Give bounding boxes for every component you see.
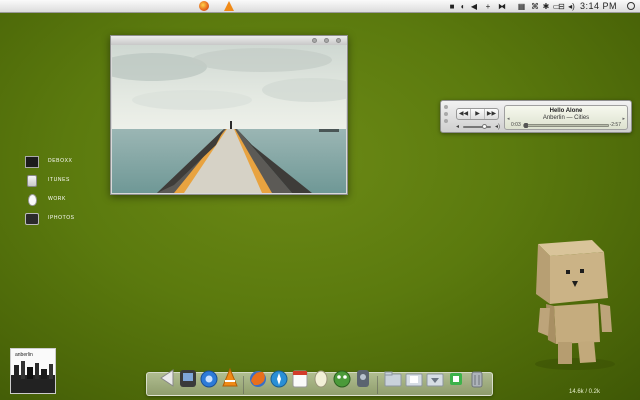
- status-item-1[interactable]: ◐: [459, 2, 467, 11]
- menu-bar: ■ ◐ ◀ + ⧓ ▦ ⌘ ✱ ▭ ⊟ ◂) 3:14 PM: [0, 0, 640, 13]
- shortcut-work[interactable]: WORK: [25, 194, 85, 206]
- shortcut-label: DEBOXX: [48, 158, 73, 164]
- next-button[interactable]: ▶▶: [485, 109, 498, 119]
- remaining-time: -2:57: [609, 122, 621, 128]
- volume-low-icon: ◂: [456, 124, 460, 130]
- trash-icon[interactable]: [467, 367, 487, 389]
- menu-clock[interactable]: 3:14 PM: [580, 1, 617, 11]
- window-grip[interactable]: [444, 105, 448, 129]
- display-right-arrow-icon[interactable]: ▸: [622, 116, 625, 122]
- window-titlebar[interactable]: [111, 36, 347, 45]
- apple-menu-icon[interactable]: [8, 1, 17, 11]
- window-zoom-button[interactable]: [324, 38, 329, 43]
- coda-icon[interactable]: [178, 367, 198, 389]
- track-title: Hello Alone: [549, 108, 583, 114]
- play-button[interactable]: ▶: [471, 109, 485, 119]
- danbo-cardboard-figure: [520, 232, 620, 372]
- system-preferences-icon[interactable]: [353, 367, 373, 389]
- monitor-icon: [25, 156, 39, 168]
- volume-knob[interactable]: [481, 124, 487, 129]
- documents-folder-icon[interactable]: [404, 367, 424, 389]
- status-item-0[interactable]: ■: [448, 2, 456, 11]
- volume-high-icon: ◂): [494, 124, 500, 130]
- status-item-9[interactable]: ⊟: [557, 2, 566, 11]
- status-item-4[interactable]: ⧓: [497, 2, 507, 11]
- dock-separator: [243, 376, 244, 394]
- firefox-icon[interactable]: [248, 367, 268, 389]
- itunes-mini-player[interactable]: ◀◀ ▶ ▶▶ ◂ ◂) ◂ Hello Alone Anberlin — Ci…: [440, 100, 632, 133]
- game-icon[interactable]: [332, 367, 352, 389]
- firefox-icon[interactable]: [199, 1, 209, 11]
- dock: [146, 367, 493, 396]
- spotlight-icon[interactable]: [627, 2, 635, 10]
- quicktime-icon[interactable]: [199, 367, 219, 389]
- window-close-button[interactable]: [336, 38, 341, 43]
- ipod-icon: [27, 175, 37, 187]
- shortcut-itunes[interactable]: ITUNES: [25, 175, 85, 187]
- shortcut-deboxx[interactable]: DEBOXX: [25, 156, 85, 168]
- status-item-7[interactable]: ✱: [541, 2, 551, 11]
- ical-icon[interactable]: [290, 367, 310, 389]
- progress-bar[interactable]: [523, 123, 609, 128]
- downloads-folder-icon[interactable]: [425, 367, 445, 389]
- window-minimize-button[interactable]: [312, 38, 317, 43]
- album-artwork[interactable]: anberlin: [10, 348, 56, 394]
- status-item-3[interactable]: +: [484, 2, 492, 11]
- photo-viewer-window[interactable]: [110, 35, 348, 195]
- shortcut-label: ITUNES: [48, 177, 70, 183]
- track-artist-album: Anberlin — Cities: [542, 115, 590, 121]
- network-speed-readout: 14.6k / 0.2k: [569, 389, 601, 395]
- mouse-icon: [28, 194, 37, 206]
- status-item-6[interactable]: ⌘: [531, 2, 539, 11]
- vlc-icon[interactable]: [220, 367, 240, 389]
- applications-folder-icon[interactable]: [383, 367, 403, 389]
- pier-photo: [112, 45, 346, 193]
- safari-icon[interactable]: [269, 367, 289, 389]
- playback-controls: ◀◀ ▶ ▶▶: [456, 108, 499, 120]
- shortcut-label: WORK: [48, 196, 66, 202]
- progress-knob[interactable]: [523, 123, 528, 128]
- vlc-icon[interactable]: [224, 1, 234, 11]
- status-item-5[interactable]: ▦: [517, 2, 526, 11]
- finder-icon[interactable]: [157, 367, 177, 389]
- volume-track[interactable]: [463, 124, 491, 129]
- previous-button[interactable]: ◀◀: [457, 109, 471, 119]
- camera-icon: [25, 213, 39, 225]
- utorrent-icon[interactable]: [446, 367, 466, 389]
- address-book-icon[interactable]: [311, 367, 331, 389]
- shortcut-iphotos[interactable]: IPHOTOS: [25, 213, 85, 225]
- volume-slider[interactable]: ◂ ◂): [456, 124, 500, 130]
- status-item-2[interactable]: ◀: [470, 2, 478, 11]
- dock-separator: [377, 376, 378, 394]
- shortcut-label: IPHOTOS: [48, 215, 75, 221]
- status-item-10[interactable]: ◂): [566, 2, 577, 11]
- track-display: ◂ Hello Alone Anberlin — Cities 0:03 -2:…: [504, 105, 628, 130]
- elapsed-time: 0:03: [511, 122, 521, 128]
